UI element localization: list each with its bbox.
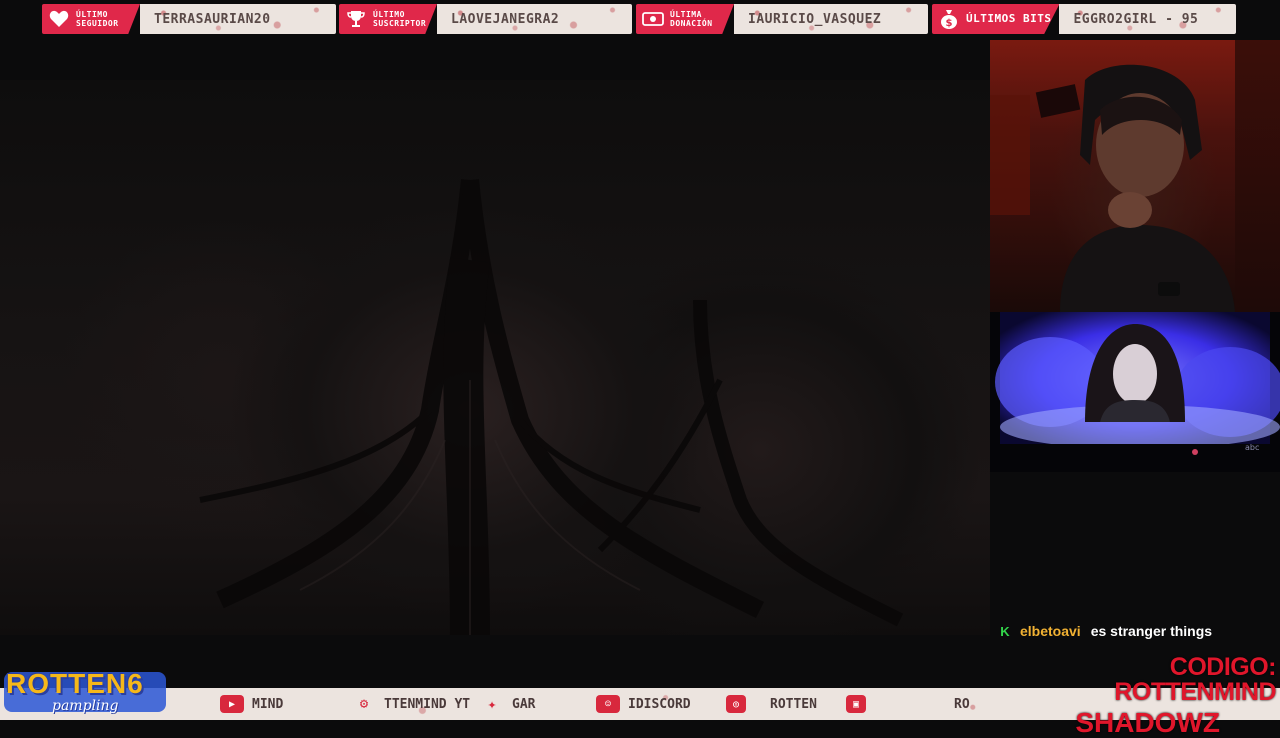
heart-icon: [48, 8, 70, 30]
chat-badge-icon: K: [1000, 623, 1010, 639]
logo-word: ROTTEN6: [6, 668, 144, 699]
cash-icon: [642, 8, 664, 30]
alert-latest-donation: ÚLTIMA DONACIÓN IAURICIO_VASQUEZ: [636, 4, 928, 34]
alert-label: ÚLTIMO SUSCRIPTOR: [339, 4, 437, 34]
instagram-icon: ◎: [726, 695, 746, 713]
chat-message: K elbetoavi es stranger things: [998, 620, 1278, 642]
pip-clip: abc: [990, 312, 1280, 472]
ticker-item-instagram: ◎ ROTTEN: [726, 694, 817, 714]
ticker-item-discord: ☺ IDISCORD: [596, 694, 691, 714]
sponsor-logo: ROTTEN6 pampling: [4, 668, 166, 718]
twitch-icon: ▣: [846, 695, 866, 713]
alert-latest-bits: $ ÚLTIMOS BITS EGGRO2GIRL - 95: [932, 4, 1236, 34]
svg-text:abc: abc: [1245, 443, 1259, 452]
alert-latest-subscriber: ÚLTIMO SUSCRIPTOR LAOVEJANEGRA2: [339, 4, 632, 34]
chat-username[interactable]: elbetoavi: [1020, 623, 1081, 639]
alert-latest-follower: ÚLTIMO SEGUIDOR TERRASAURIAN20: [42, 4, 336, 34]
promo-code: CODIGO: ROTTENMIND SHADOWZ: [1030, 655, 1276, 737]
steam-icon: ⚙: [359, 696, 369, 712]
ticker-item-twitch: ▣ RO: [846, 694, 970, 714]
logo-sub: pampling: [52, 698, 119, 714]
dark-tree-scene: [199, 179, 904, 635]
alert-value: IAURICIO_VASQUEZ: [734, 4, 928, 34]
trophy-icon: [345, 8, 367, 30]
ticker-text: ROTTEN: [770, 696, 817, 712]
moneybag-icon: $: [938, 8, 960, 30]
alert-value: TERRASAURIAN20: [140, 4, 336, 34]
ticker-item-steam: ⚙ TTENMIND YT: [352, 694, 470, 714]
alert-value: LAOVEJANEGRA2: [437, 4, 632, 34]
alert-label: ÚLTIMA DONACIÓN: [636, 4, 734, 34]
alert-value: EGGRO2GIRL - 95: [1059, 4, 1236, 34]
ticker-text: RO: [954, 696, 970, 712]
ticker-item-youtube: ▶ MIND: [220, 694, 283, 714]
ticker-text: IDISCORD: [628, 696, 691, 712]
webcam-feed: [990, 40, 1235, 312]
pip-scene: abc: [995, 312, 1280, 472]
ticker-text: TTENMIND YT: [384, 696, 471, 712]
alerts-bar: ÚLTIMO SEGUIDOR TERRASAURIAN20 ÚLTIMO SU…: [0, 0, 1280, 40]
alert-label: $ ÚLTIMOS BITS: [932, 4, 1060, 34]
ticker-text: GAR: [512, 696, 536, 712]
main-video: [0, 80, 990, 635]
promo-line2: SHADOWZ: [1075, 707, 1220, 738]
webcam-side-panel: [1235, 40, 1280, 312]
streamer-silhouette: [990, 64, 1235, 312]
alert-label: ÚLTIMO SEGUIDOR: [42, 4, 140, 34]
ticker-text: MIND: [252, 696, 284, 712]
twitter-icon: ✦: [487, 695, 497, 713]
discord-icon: ☺: [596, 695, 620, 713]
chat-text: es stranger things: [1090, 623, 1213, 639]
promo-line1: CODIGO: ROTTENMIND: [1114, 653, 1276, 706]
ticker-item-twitter: ✦ GAR: [480, 694, 535, 714]
youtube-icon: ▶: [220, 695, 244, 713]
svg-text:$: $: [946, 18, 953, 29]
